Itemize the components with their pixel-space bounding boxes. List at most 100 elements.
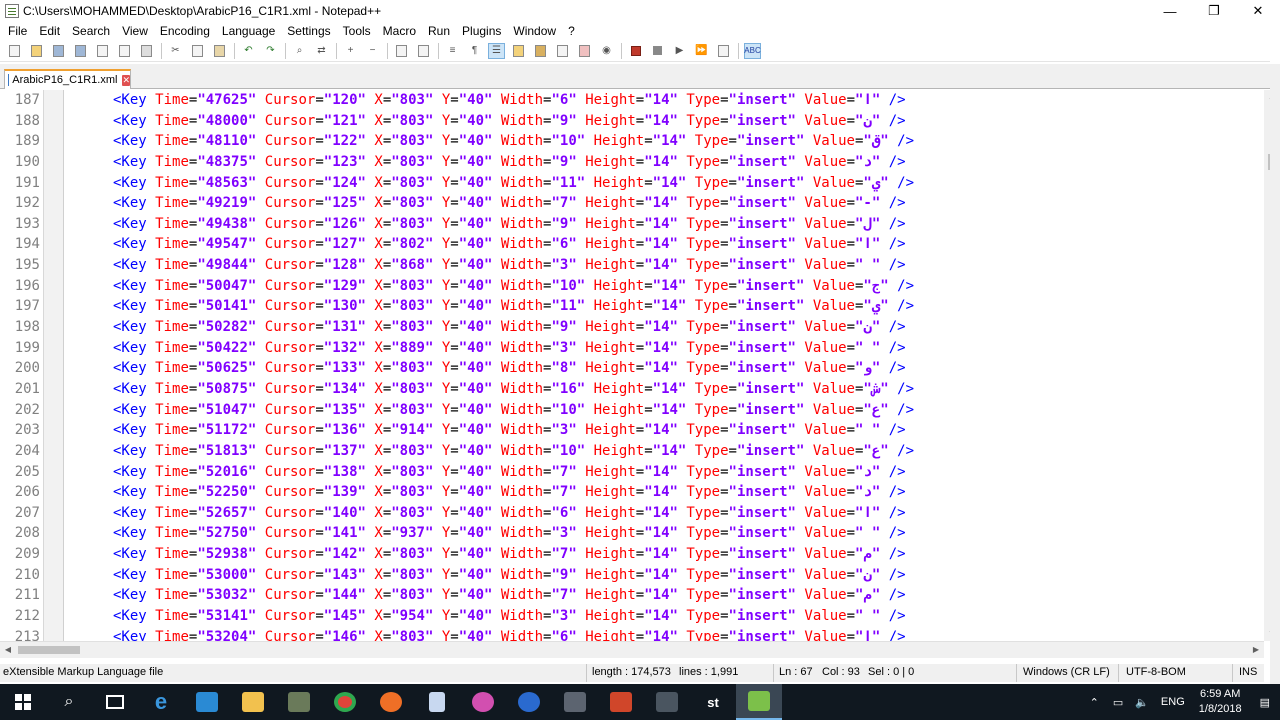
app-blue-icon[interactable] [506,684,552,720]
code-line[interactable]: 190 <Key Time="48375" Cursor="123" X="803… [0,152,1264,173]
app-stl-icon[interactable]: st [690,684,736,720]
save-all-icon[interactable] [72,43,89,59]
menu-item-search[interactable]: Search [66,24,116,38]
folder-workspace-icon[interactable] [576,43,593,59]
code-line[interactable]: 209 <Key Time="52938" Cursor="142" X="803… [0,544,1264,565]
code-line[interactable]: 197 <Key Time="50141" Cursor="130" X="803… [0,296,1264,317]
code-line[interactable]: 212 <Key Time="53141" Cursor="145" X="954… [0,606,1264,627]
search-icon[interactable]: ⌕ [46,684,92,720]
menu-item-language[interactable]: Language [216,24,281,38]
tray-chevron-icon[interactable]: ⌃ [1090,696,1099,709]
menu-item-encoding[interactable]: Encoding [154,24,216,38]
notifications-icon[interactable]: ▤ [1260,696,1270,709]
code-line[interactable]: 203 <Key Time="51172" Cursor="136" X="914… [0,420,1264,441]
sync-h-icon[interactable] [415,43,432,59]
edge-icon[interactable]: e [138,684,184,720]
tab-arabicp16[interactable]: ArabicP16_C1R1.xml ✕ [4,69,131,89]
code-line[interactable]: 211 <Key Time="53032" Cursor="144" X="803… [0,585,1264,606]
code-line[interactable]: 201 <Key Time="50875" Cursor="134" X="803… [0,379,1264,400]
find-icon[interactable]: ⌕ [291,43,308,59]
menu-item-settings[interactable]: Settings [281,24,336,38]
clock[interactable]: 6:59 AM 1/8/2018 [1199,687,1242,717]
code-line[interactable]: 191 <Key Time="48563" Cursor="124" X="803… [0,173,1264,194]
replace-icon[interactable]: ⇄ [313,43,330,59]
run-macro-multiple-icon[interactable]: ⏩ [693,43,710,59]
code-line[interactable]: 198 <Key Time="50282" Cursor="131" X="803… [0,317,1264,338]
show-all-chars-icon[interactable]: ¶ [466,43,483,59]
powerpoint-icon[interactable] [598,684,644,720]
task-view-icon[interactable] [92,684,138,720]
record-macro-icon[interactable] [627,43,644,59]
play-macro-icon[interactable]: ▶ [671,43,688,59]
close-button[interactable]: ✕ [1236,0,1280,22]
zoom-in-icon[interactable]: + [342,43,359,59]
menu-item-tools[interactable]: Tools [337,24,377,38]
code-line[interactable]: 193 <Key Time="49438" Cursor="126" X="803… [0,214,1264,235]
menu-item-help[interactable]: ? [562,24,581,38]
menu-item-plugins[interactable]: Plugins [456,24,507,38]
app-pink-icon[interactable] [460,684,506,720]
app-dark-icon[interactable] [644,684,690,720]
save-icon[interactable] [50,43,67,59]
sync-v-icon[interactable] [393,43,410,59]
menu-item-window[interactable]: Window [507,24,562,38]
new-file-icon[interactable] [6,43,23,59]
code-line[interactable]: 189 <Key Time="48110" Cursor="122" X="803… [0,131,1264,152]
code-line[interactable]: 208 <Key Time="52750" Cursor="141" X="937… [0,523,1264,544]
menu-item-edit[interactable]: Edit [33,24,66,38]
close-file-icon[interactable] [94,43,111,59]
code-line[interactable]: 195 <Key Time="49844" Cursor="128" X="868… [0,255,1264,276]
zoom-out-icon[interactable]: − [364,43,381,59]
code-line[interactable]: 204 <Key Time="51813" Cursor="137" X="803… [0,441,1264,462]
code-line[interactable]: 210 <Key Time="53000" Cursor="143" X="803… [0,565,1264,586]
code-line[interactable]: 199 <Key Time="50422" Cursor="132" X="889… [0,338,1264,359]
cut-icon[interactable]: ✂ [167,43,184,59]
function-list-icon[interactable] [554,43,571,59]
horizontal-scroll-thumb[interactable] [18,646,80,654]
document-icon[interactable] [414,684,460,720]
code-line[interactable]: 207 <Key Time="52657" Cursor="140" X="803… [0,503,1264,524]
save-macro-icon[interactable] [715,43,732,59]
monitoring-icon[interactable]: ◉ [598,43,615,59]
code-line[interactable]: 206 <Key Time="52250" Cursor="139" X="803… [0,482,1264,503]
udl-icon[interactable] [510,43,527,59]
code-line[interactable]: 192 <Key Time="49219" Cursor="125" X="803… [0,193,1264,214]
code-line[interactable]: 213 <Key Time="53204" Cursor="146" X="803… [0,627,1264,641]
firefox-icon[interactable] [368,684,414,720]
notepadpp-taskbar-icon[interactable] [736,684,782,720]
doc-map-icon[interactable] [532,43,549,59]
store-icon[interactable] [184,684,230,720]
start-button[interactable] [0,684,46,720]
maximize-button[interactable]: ❐ [1192,0,1236,22]
tab-close-icon[interactable]: ✕ [122,74,130,86]
print-icon[interactable] [138,43,155,59]
horizontal-scrollbar[interactable]: ◀ ▶ [0,641,1264,658]
code-line[interactable]: 205 <Key Time="52016" Cursor="138" X="803… [0,462,1264,483]
stop-macro-icon[interactable] [649,43,666,59]
menu-item-file[interactable]: File [2,24,33,38]
code-line[interactable]: 188 <Key Time="48000" Cursor="121" X="803… [0,111,1264,132]
tools-icon[interactable] [276,684,322,720]
chrome-icon[interactable] [322,684,368,720]
paste-icon[interactable] [211,43,228,59]
code-line[interactable]: 187 <Key Time="47625" Cursor="120" X="803… [0,90,1264,111]
indent-guide-icon[interactable]: ☰ [488,42,505,59]
code-line[interactable]: 194 <Key Time="49547" Cursor="127" X="802… [0,234,1264,255]
volume-icon[interactable]: 🔈 [1135,696,1149,709]
menu-item-run[interactable]: Run [422,24,456,38]
minimize-button[interactable]: — [1148,0,1192,22]
spell-check-icon[interactable]: ABC [744,42,761,59]
input-language[interactable]: ENG [1161,696,1185,708]
open-file-icon[interactable] [28,43,45,59]
copy-icon[interactable] [189,43,206,59]
scroll-left-icon[interactable]: ◀ [0,643,16,657]
close-all-icon[interactable] [116,43,133,59]
app-grey-icon[interactable] [552,684,598,720]
code-line[interactable]: 202 <Key Time="51047" Cursor="135" X="803… [0,400,1264,421]
undo-icon[interactable]: ↶ [240,43,257,59]
scroll-right-icon[interactable]: ▶ [1248,643,1264,657]
redo-icon[interactable]: ↷ [262,43,279,59]
file-explorer-icon[interactable] [230,684,276,720]
menu-item-macro[interactable]: Macro [377,24,422,38]
word-wrap-icon[interactable]: ≡ [444,43,461,59]
